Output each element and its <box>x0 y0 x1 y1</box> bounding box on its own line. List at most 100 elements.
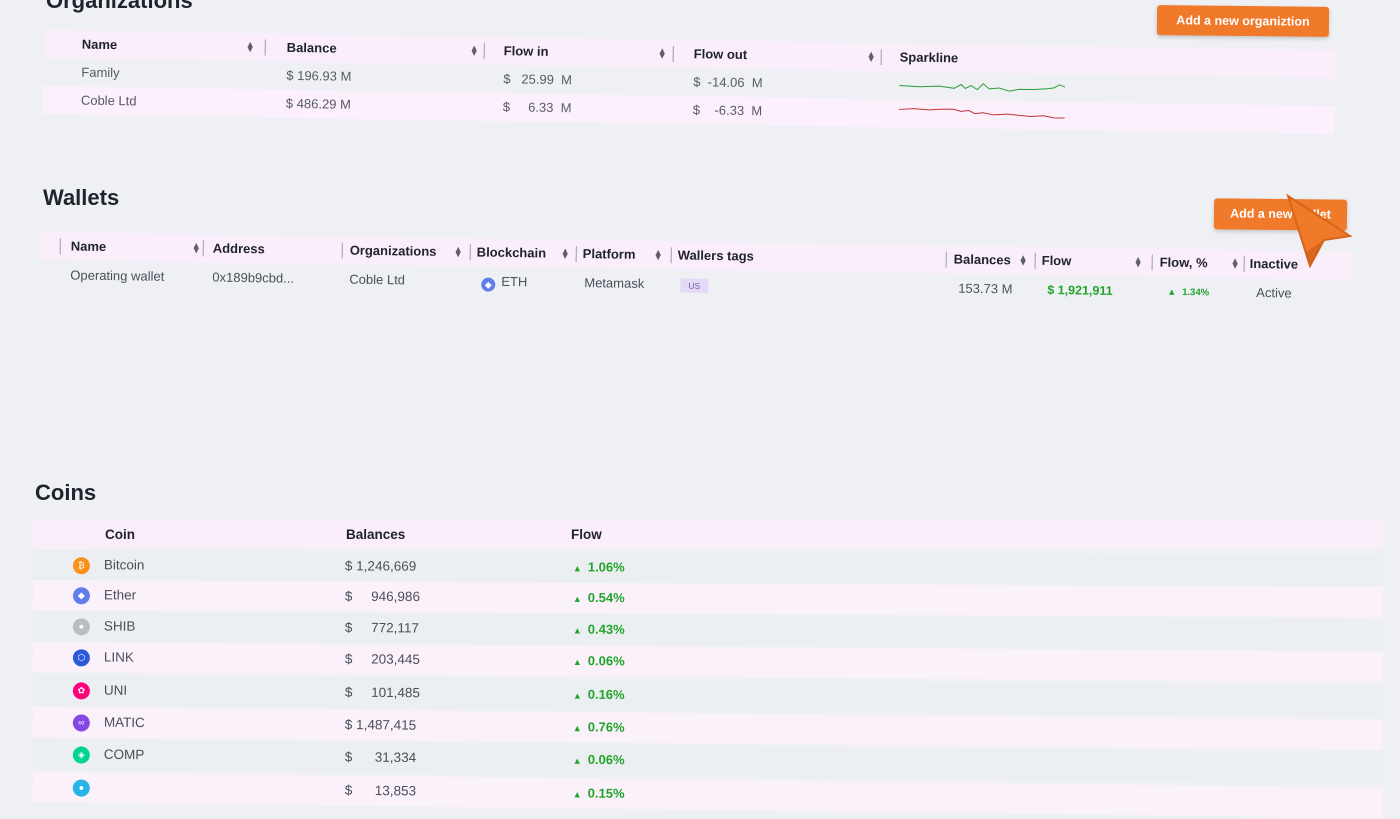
coin-flow-value: 0.06% <box>588 653 625 668</box>
column-wallet-tags[interactable]: Wallers tags <box>678 241 755 270</box>
column-divider <box>265 39 266 55</box>
column-balance[interactable]: Balance <box>287 34 337 63</box>
coin-balance: $ 772,117 <box>345 613 419 641</box>
sort-organizations-icon[interactable]: ▲▼ <box>454 247 463 257</box>
wallets-title: Wallets <box>43 185 119 211</box>
column-divider <box>946 251 947 267</box>
column-name[interactable]: Name <box>82 31 118 60</box>
column-divider <box>1244 256 1245 272</box>
flow-percent-value: 1.34% <box>1182 287 1209 298</box>
up-arrow-icon: ▲ <box>573 625 582 635</box>
column-divider <box>671 247 672 263</box>
column-address[interactable]: Address <box>213 235 265 264</box>
sparkline-chart <box>899 75 1065 98</box>
wallet-blockchain: ◆ETH <box>481 267 527 298</box>
wallet-balance: 153.73 M <box>958 274 1013 305</box>
wallet-flow-percent: ▲ 1.34% <box>1167 277 1209 308</box>
up-arrow-icon: ▲ <box>573 756 582 766</box>
sort-name-icon[interactable]: ▲▼ <box>246 42 255 52</box>
org-flow-out: $ -14.06 M <box>693 68 763 97</box>
coin-name: LINK <box>104 643 134 671</box>
coin-flow-value: 0.76% <box>588 719 625 734</box>
sort-balance-icon[interactable]: ▲▼ <box>470 46 479 56</box>
sort-flow-percent-icon[interactable]: ▲▼ <box>1231 259 1240 269</box>
column-flow-percent[interactable]: Flow, % <box>1159 249 1207 278</box>
wallet-tags: US <box>680 270 708 300</box>
up-arrow-icon: ▲ <box>573 691 582 701</box>
coin-flow: ▲ 1.06% <box>573 552 625 580</box>
column-divider <box>1152 254 1153 270</box>
org-name[interactable]: Family <box>81 59 120 88</box>
organizations-table: Name ▲▼ Balance ▲▼ Flow in ▲▼ Flow out ▲… <box>43 30 1336 134</box>
coin-flow: ▲ 0.54% <box>573 583 625 611</box>
wallet-status[interactable]: Active <box>1256 278 1292 309</box>
uni-icon: ✿ <box>73 682 90 699</box>
column-sparkline: Sparkline <box>899 43 958 72</box>
column-divider <box>342 242 343 258</box>
sort-name-icon[interactable]: ▲▼ <box>192 243 201 253</box>
comp-icon: ◈ <box>73 746 90 763</box>
column-divider <box>1035 253 1036 269</box>
column-flow[interactable]: Flow <box>1041 247 1071 275</box>
coin-flow: ▲0.06% <box>573 745 625 774</box>
up-arrow-icon: ▲ <box>573 657 582 667</box>
up-arrow-icon: ▲ <box>573 789 582 799</box>
wallet-address[interactable]: 0x189b9cbd... <box>212 263 294 294</box>
coin-flow-value: 0.43% <box>588 622 625 637</box>
column-name[interactable]: Name <box>71 232 107 261</box>
wallet-name[interactable]: Operating wallet <box>70 260 164 291</box>
coin-icon: ● <box>73 779 90 796</box>
column-organizations[interactable]: Organizations <box>350 237 437 266</box>
shib-icon: ● <box>73 618 90 635</box>
up-arrow-icon: ▲ <box>1167 287 1176 297</box>
wallet-flow: $ 1,921,911 <box>1047 275 1113 306</box>
coin-balance: $ 946,986 <box>345 582 420 610</box>
coin-name: UNI <box>104 676 127 704</box>
coins-title: Coins <box>35 480 96 506</box>
coin-name: SHIB <box>104 611 136 639</box>
coin-flow-value: 0.16% <box>588 687 625 702</box>
add-organization-button[interactable]: Add a new organiztion <box>1157 5 1329 37</box>
column-divider <box>673 46 674 62</box>
column-platform[interactable]: Platform <box>583 240 636 269</box>
column-divider <box>484 43 485 59</box>
coin-name: Bitcoin <box>104 550 145 578</box>
sparkline-chart <box>899 103 1065 126</box>
wallet-tag-badge[interactable]: US <box>680 278 708 292</box>
coin-name: Ether <box>104 580 136 608</box>
coins-header-row: Coin Balances Flow <box>33 520 1383 549</box>
column-flow-in[interactable]: Flow in <box>504 37 549 66</box>
up-arrow-icon: ▲ <box>573 594 582 604</box>
coin-flow: ▲ 0.43% <box>573 614 625 642</box>
column-divider <box>470 244 471 260</box>
column-divider <box>881 49 882 65</box>
coin-flow: ▲0.15% <box>573 778 625 807</box>
coin-flow-value: 1.06% <box>588 559 625 574</box>
coin-name: MATIC <box>104 708 145 736</box>
blockchain-label: ETH <box>501 274 527 289</box>
column-balances: Balances <box>346 520 405 548</box>
coin-balance: $ 13,853 <box>345 776 417 805</box>
sort-flow-icon[interactable]: ▲▼ <box>1134 257 1143 267</box>
coin-flow-value: 0.54% <box>588 590 625 605</box>
column-balances[interactable]: Balances <box>953 246 1011 275</box>
column-divider <box>576 246 577 262</box>
org-flow-out: $ -6.33 M <box>693 96 763 125</box>
org-flow-in: $ 25.99 M <box>503 65 572 94</box>
sort-flow-out-icon[interactable]: ▲▼ <box>867 52 876 62</box>
column-coin: Coin <box>105 520 135 548</box>
org-name[interactable]: Coble Ltd <box>81 87 137 116</box>
coin-balance: $ 203,445 <box>345 644 420 673</box>
ether-icon: ◆ <box>73 587 90 604</box>
cursor-icon <box>1280 192 1358 272</box>
column-blockchain[interactable]: Blockchain <box>477 238 547 267</box>
coin-balance: $ 101,485 <box>345 678 420 707</box>
sort-balances-icon[interactable]: ▲▼ <box>1019 256 1028 266</box>
column-flow-out[interactable]: Flow out <box>693 40 747 69</box>
org-balance: $ 196.93 M <box>286 62 351 91</box>
up-arrow-icon: ▲ <box>573 563 582 573</box>
sort-flow-in-icon[interactable]: ▲▼ <box>658 49 667 59</box>
sort-platform-icon[interactable]: ▲▼ <box>654 250 663 260</box>
link-icon: ⬡ <box>73 649 90 666</box>
sort-blockchain-icon[interactable]: ▲▼ <box>561 249 570 259</box>
